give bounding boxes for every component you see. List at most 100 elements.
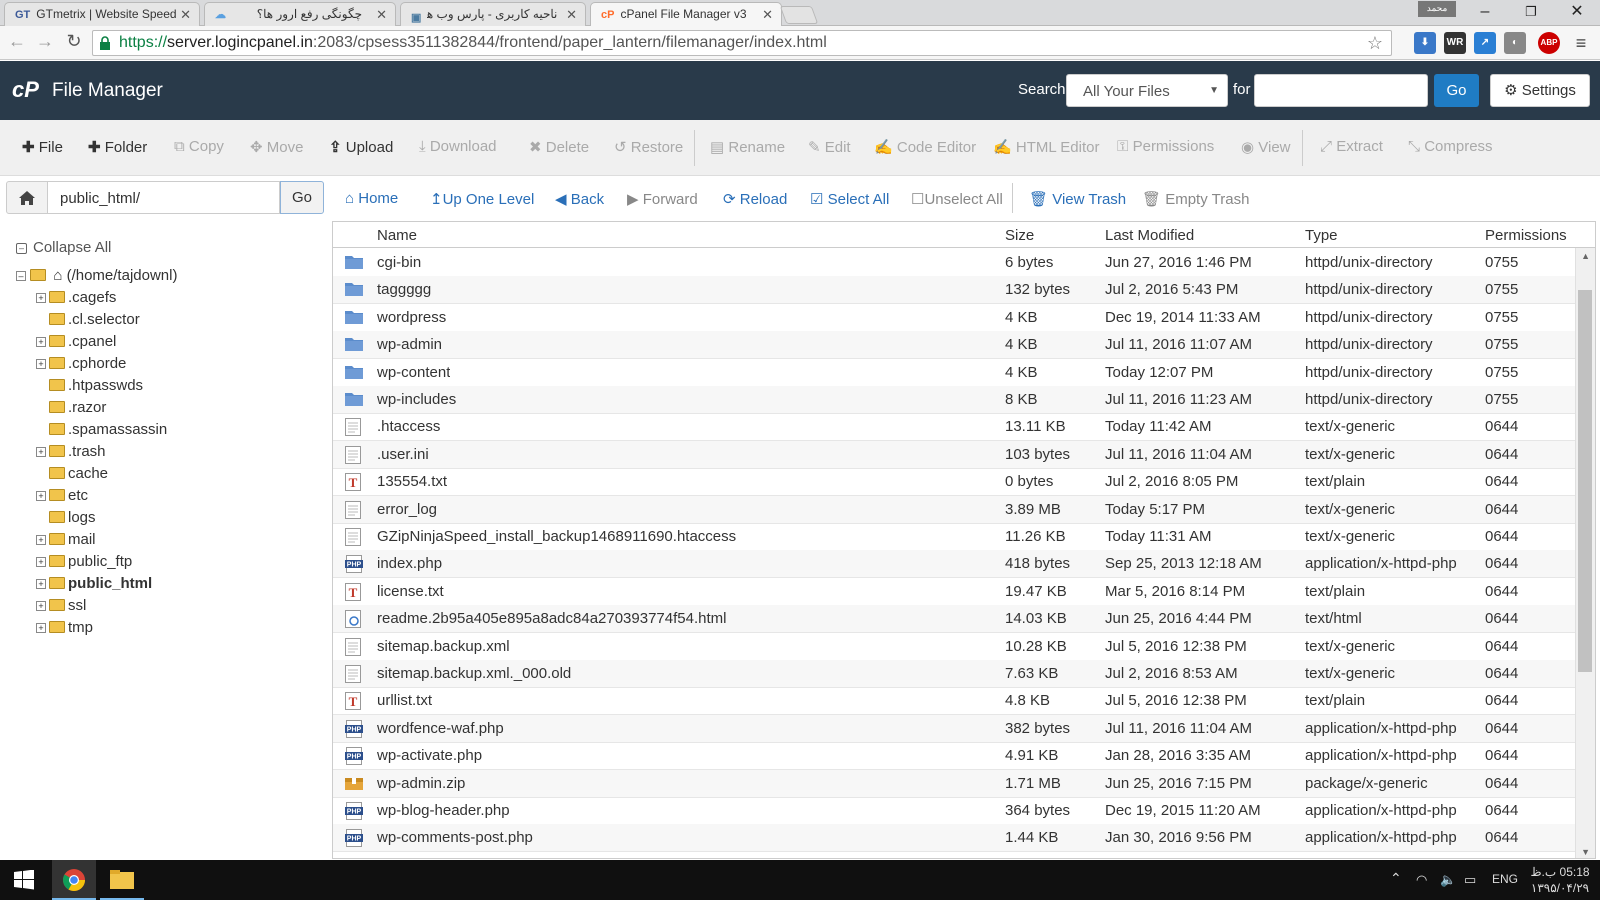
table-row[interactable]: PHP wp-activate.php 4.91 KB Jan 28, 2016 3:… <box>333 742 1577 771</box>
language-indicator[interactable]: ENG <box>1492 872 1518 886</box>
scrollbar[interactable]: ▲ ▼ <box>1575 248 1595 858</box>
table-row[interactable]: wp-admin 4 KB Jul 11, 2016 11:07 AM httpd/u… <box>333 331 1577 360</box>
move-button[interactable]: ✥ Move <box>250 138 303 156</box>
new-tab-button[interactable] <box>779 6 819 24</box>
restore-icon[interactable]: ❐ <box>1508 0 1554 26</box>
column-header-permissions[interactable]: Permissions <box>1485 227 1567 244</box>
profile-button[interactable]: محمد <box>1418 1 1456 17</box>
extension-icon[interactable]: ⬇ <box>1414 32 1436 54</box>
table-row[interactable]: wordpress 4 KB Dec 19, 2014 11:33 AM httpd/… <box>333 304 1577 332</box>
scroll-down-icon[interactable]: ▼ <box>1581 847 1590 857</box>
clock-date[interactable]: ۱۳۹۵/۰۴/۲۹ <box>1526 881 1594 895</box>
browser-tab-cpanel[interactable]: cP cPanel File Manager v3 ✕ <box>590 2 782 27</box>
chart-extension-icon[interactable]: ↗ <box>1474 32 1496 54</box>
tree-item[interactable]: + .cphorde <box>36 355 126 377</box>
table-row[interactable]: PHP wp-comments-post.php 1.44 KB Jan 30, 20… <box>333 824 1577 853</box>
column-header-name[interactable]: Name <box>377 227 417 244</box>
tree-item[interactable]: + public_ftp <box>36 553 132 575</box>
extension-icon[interactable]: ◐ <box>1504 32 1526 54</box>
table-row[interactable]: error_log 3.89 MB Today 5:17 PM text/x-gene… <box>333 495 1577 524</box>
star-icon[interactable]: ☆ <box>1367 31 1383 55</box>
browser-tab-parsweb[interactable]: ▣ ناحیه کاربری - پارس وب هاست ✕ <box>400 2 586 26</box>
code-editor-button[interactable]: ✍ Code Editor <box>874 138 976 156</box>
tree-item[interactable]: + .cagefs <box>36 289 116 311</box>
tray-expand-icon[interactable]: ⌃ <box>1390 870 1402 887</box>
scrollbar-thumb[interactable] <box>1578 290 1592 672</box>
expand-node-icon[interactable]: + <box>36 293 46 303</box>
settings-button[interactable]: ⚙ Settings <box>1490 74 1590 107</box>
back-button[interactable]: ◀ Back <box>555 190 604 208</box>
table-row[interactable]: wp-includes 8 KB Jul 11, 2016 11:23 AM http… <box>333 386 1577 414</box>
reload-icon[interactable]: ↻ <box>63 31 85 52</box>
extract-button[interactable]: ⤢ Extract <box>1320 138 1383 155</box>
forward-button[interactable]: ▶ Forward <box>627 190 698 208</box>
scroll-up-icon[interactable]: ▲ <box>1581 251 1590 261</box>
tree-item[interactable]: + etc <box>36 487 88 509</box>
compress-button[interactable]: ⤡ Compress <box>1408 138 1493 155</box>
expand-node-icon[interactable]: + <box>36 447 46 457</box>
window-close-icon[interactable]: ✕ <box>1554 0 1600 26</box>
search-input[interactable] <box>1254 74 1428 107</box>
table-row[interactable]: PHP wp-blog-header.php 364 bytes Dec 19, 20… <box>333 797 1577 825</box>
table-row[interactable]: PHP index.php 418 bytes Sep 25, 2013 12:18 … <box>333 550 1577 579</box>
table-row[interactable]: sitemap.backup.xml._000.old 7.63 KB Jul 2,… <box>333 660 1577 688</box>
nav-home-button[interactable]: ⌂ Home <box>345 190 398 207</box>
close-icon[interactable]: ✕ <box>762 7 773 23</box>
tree-item[interactable]: logs <box>36 509 96 531</box>
close-icon[interactable]: ✕ <box>180 7 191 23</box>
browser-tab-forum[interactable]: ☁ چگونگی رفع ارور ها؟ ✕ <box>204 2 396 26</box>
volume-icon[interactable]: 🔈 <box>1440 872 1456 888</box>
collapse-all-button[interactable]: – Collapse All <box>16 239 111 256</box>
expand-node-icon[interactable]: + <box>36 337 46 347</box>
table-row[interactable]: .user.ini 103 bytes Jul 11, 2016 11:04 AM t… <box>333 440 1577 469</box>
table-row[interactable]: T 135554.txt 0 bytes Jul 2, 2016 8:05 PM tex… <box>333 468 1577 497</box>
column-header-size[interactable]: Size <box>1005 227 1034 244</box>
taskbar-explorer-button[interactable] <box>100 860 144 900</box>
notifications-icon[interactable]: ▭ <box>1464 872 1476 888</box>
close-icon[interactable]: ✕ <box>566 7 577 23</box>
tree-item[interactable]: + public_html <box>36 575 152 597</box>
minimize-icon[interactable]: – <box>1462 0 1508 26</box>
tree-item[interactable]: .htpasswds <box>36 377 143 399</box>
table-row[interactable]: cgi-bin 6 bytes Jun 27, 2016 1:46 PM httpd/… <box>333 249 1577 277</box>
select-all-button[interactable]: ☑ Select All <box>810 190 889 208</box>
edit-button[interactable]: ✎ Edit <box>808 138 851 156</box>
tree-item[interactable]: cache <box>36 465 108 487</box>
copy-button[interactable]: ⧉ Copy <box>174 138 224 155</box>
search-go-button[interactable]: Go <box>1434 74 1479 107</box>
clock-time[interactable]: 05:18 ب.ظ <box>1530 865 1590 879</box>
windows-start-icon[interactable] <box>14 870 34 890</box>
table-row[interactable]: Turllist.txt 4.8 KB Jul 5, 2016 12:38 PM te… <box>333 687 1577 716</box>
adblock-icon[interactable]: ABP <box>1538 32 1560 54</box>
rename-button[interactable]: ▤ Rename <box>710 138 785 156</box>
view-button[interactable]: ◉ View <box>1241 138 1291 156</box>
back-arrow-icon[interactable]: ← <box>6 31 28 52</box>
new-file-button[interactable]: ✚ File <box>22 138 63 156</box>
restore-button[interactable]: ↺ Restore <box>614 138 683 156</box>
column-header-type[interactable]: Type <box>1305 227 1338 244</box>
expand-node-icon[interactable]: + <box>36 601 46 611</box>
home-button[interactable] <box>6 181 48 214</box>
download-button[interactable]: ⤓ Download <box>419 138 497 155</box>
close-icon[interactable]: ✕ <box>376 7 387 23</box>
table-row[interactable]: PHP wordfence-waf.php 382 bytes Jul 11, 201… <box>333 714 1577 743</box>
table-row[interactable]: .htaccess 13.11 KB Today 11:42 AM text/x-ge… <box>333 413 1577 442</box>
expand-node-icon[interactable]: + <box>36 491 46 501</box>
table-row[interactable]: sitemap.backup.xml 10.28 KB Jul 5, 2016 12… <box>333 633 1577 661</box>
empty-trash-button[interactable]: 🗑 Empty Trash <box>1142 190 1249 208</box>
taskbar-chrome-button[interactable] <box>52 860 96 900</box>
new-folder-button[interactable]: ✚ Folder <box>88 138 147 156</box>
up-one-level-button[interactable]: ↥Up One Level <box>430 190 534 208</box>
url-input[interactable]: https://server.logincpanel.in:2083/cpses… <box>92 30 1392 56</box>
tree-item[interactable]: .cl.selector <box>36 311 140 333</box>
tree-item[interactable]: + mail <box>36 531 96 553</box>
table-row[interactable]: readme.2b95a405e895a8adc84a270393774f54.… <box>333 605 1577 634</box>
html-editor-button[interactable]: ✍ HTML Editor <box>993 138 1100 156</box>
unselect-all-button[interactable]: ☐Unselect All <box>911 190 1003 208</box>
table-row[interactable]: taggggg 132 bytes Jul 2, 2016 5:43 PM httpd… <box>333 276 1577 305</box>
browser-tab-gtmetrix[interactable]: GT GTmetrix | Website Speed ✕ <box>4 2 200 26</box>
delete-button[interactable]: ✖ Delete <box>529 138 589 156</box>
table-row[interactable]: GZipNinjaSpeed_install_backup1468911690.… <box>333 523 1577 551</box>
tree-item[interactable]: .razor <box>36 399 106 421</box>
reload-button[interactable]: ⟳ Reload <box>723 190 787 208</box>
